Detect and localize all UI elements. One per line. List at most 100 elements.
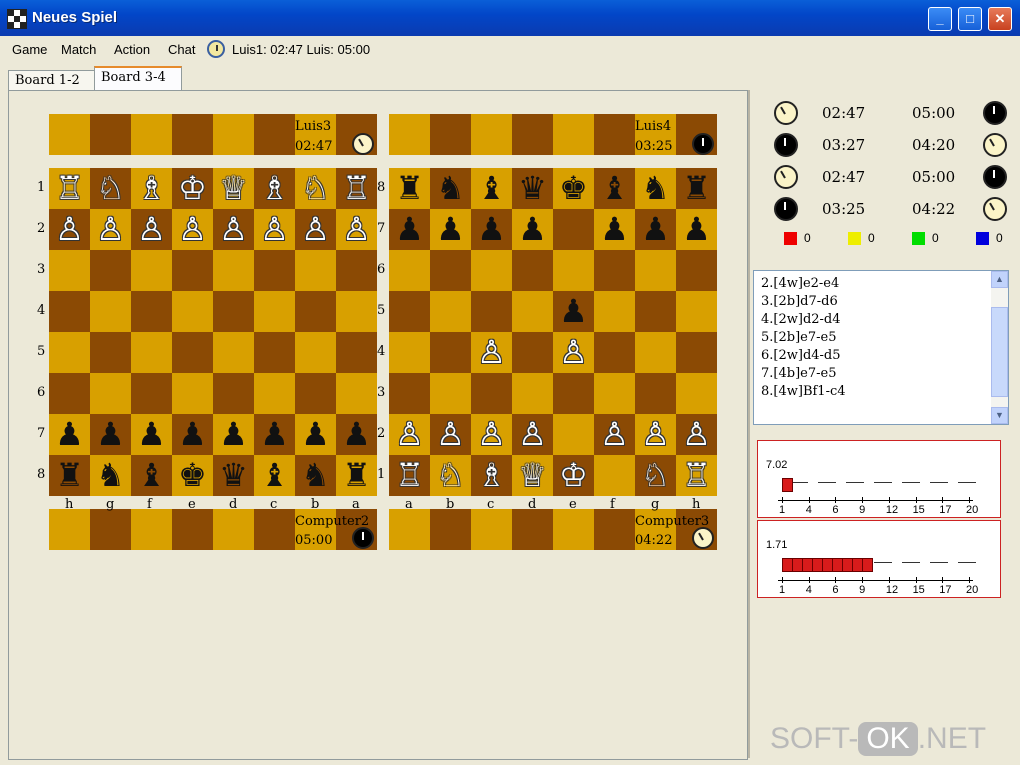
move-entry[interactable]: 7.[4b]e7-e5 <box>761 366 836 381</box>
move-list[interactable]: 2.[4w]e2-e4 3.[2b]d7-d6 4.[2w]d2-d4 5.[2b]e… <box>753 270 1009 425</box>
black-knight-icon[interactable]: ♞ <box>635 168 676 209</box>
board-square[interactable] <box>213 250 254 291</box>
board-square[interactable] <box>471 291 512 332</box>
tab-board-3-4[interactable]: Board 3-4 <box>94 66 182 92</box>
white-rook-icon[interactable]: ♖ <box>389 455 430 496</box>
board-square[interactable] <box>594 373 635 414</box>
black-king-icon[interactable]: ♚ <box>172 455 213 496</box>
board-square[interactable] <box>553 414 594 455</box>
scroll-down-icon[interactable]: ▼ <box>991 407 1008 424</box>
board-square[interactable] <box>594 455 635 496</box>
board-square[interactable] <box>295 291 336 332</box>
black-pawn-icon[interactable]: ♟ <box>389 209 430 250</box>
move-entry[interactable]: 3.[2b]d7-d6 <box>761 294 838 309</box>
board-square[interactable] <box>131 291 172 332</box>
menu-chat[interactable]: Chat <box>168 42 195 57</box>
tab-board-1-2[interactable]: Board 1-2 <box>8 70 98 91</box>
black-pawn-icon[interactable]: ♟ <box>471 209 512 250</box>
menu-action[interactable]: Action <box>114 42 150 57</box>
board-square[interactable] <box>90 373 131 414</box>
black-knight-icon[interactable]: ♞ <box>430 168 471 209</box>
white-pawn-icon[interactable]: ♙ <box>553 332 594 373</box>
board-square[interactable] <box>49 373 90 414</box>
board-square[interactable] <box>676 291 717 332</box>
black-pawn-icon[interactable]: ♟ <box>594 209 635 250</box>
clock-icon[interactable] <box>207 40 225 58</box>
white-pawn-icon[interactable]: ♙ <box>512 414 553 455</box>
move-entry[interactable]: 4.[2w]d2-d4 <box>761 312 841 327</box>
black-king-icon[interactable]: ♚ <box>553 168 594 209</box>
board-square[interactable] <box>49 332 90 373</box>
board-square[interactable] <box>389 373 430 414</box>
board-square[interactable] <box>512 332 553 373</box>
white-pawn-icon[interactable]: ♙ <box>213 209 254 250</box>
maximize-button[interactable]: □ <box>958 7 982 31</box>
board-square[interactable] <box>389 250 430 291</box>
white-king-icon[interactable]: ♔ <box>553 455 594 496</box>
board-square[interactable] <box>49 291 90 332</box>
board-square[interactable] <box>254 373 295 414</box>
board-square[interactable] <box>131 332 172 373</box>
move-entry[interactable]: 8.[4w]Bf1-c4 <box>761 384 846 399</box>
board-square[interactable] <box>676 250 717 291</box>
board-square[interactable] <box>635 373 676 414</box>
board-square[interactable] <box>594 291 635 332</box>
board-square[interactable] <box>676 373 717 414</box>
board-square[interactable] <box>389 291 430 332</box>
black-pawn-icon[interactable]: ♟ <box>49 414 90 455</box>
white-pawn-icon[interactable]: ♙ <box>471 332 512 373</box>
board-square[interactable] <box>635 250 676 291</box>
board-square[interactable] <box>594 250 635 291</box>
black-pawn-icon[interactable]: ♟ <box>295 414 336 455</box>
board-square[interactable] <box>553 373 594 414</box>
scroll-thumb[interactable] <box>991 307 1008 397</box>
black-rook-icon[interactable]: ♜ <box>336 455 377 496</box>
board-square[interactable] <box>336 250 377 291</box>
black-knight-icon[interactable]: ♞ <box>295 455 336 496</box>
board-square[interactable] <box>295 332 336 373</box>
board-square[interactable] <box>471 373 512 414</box>
white-knight-icon[interactable]: ♘ <box>295 168 336 209</box>
black-pawn-icon[interactable]: ♟ <box>676 209 717 250</box>
black-pawn-icon[interactable]: ♟ <box>512 209 553 250</box>
board-square[interactable] <box>213 332 254 373</box>
black-rook-icon[interactable]: ♜ <box>389 168 430 209</box>
black-pawn-icon[interactable]: ♟ <box>553 291 594 332</box>
board-square[interactable] <box>131 373 172 414</box>
white-rook-icon[interactable]: ♖ <box>49 168 90 209</box>
board-square[interactable] <box>512 291 553 332</box>
board-square[interactable] <box>512 373 553 414</box>
splitter[interactable] <box>748 90 750 758</box>
white-pawn-icon[interactable]: ♙ <box>336 209 377 250</box>
scroll-up-icon[interactable]: ▲ <box>991 271 1008 288</box>
black-pawn-icon[interactable]: ♟ <box>90 414 131 455</box>
white-queen-icon[interactable]: ♕ <box>512 455 553 496</box>
white-queen-icon[interactable]: ♕ <box>213 168 254 209</box>
board-square[interactable] <box>254 332 295 373</box>
white-knight-icon[interactable]: ♘ <box>430 455 471 496</box>
black-bishop-icon[interactable]: ♝ <box>471 168 512 209</box>
black-pawn-icon[interactable]: ♟ <box>336 414 377 455</box>
white-rook-icon[interactable]: ♖ <box>336 168 377 209</box>
black-pawn-icon[interactable]: ♟ <box>254 414 295 455</box>
white-pawn-icon[interactable]: ♙ <box>49 209 90 250</box>
board-square[interactable] <box>336 373 377 414</box>
board-square[interactable] <box>254 291 295 332</box>
black-rook-icon[interactable]: ♜ <box>676 168 717 209</box>
black-pawn-icon[interactable]: ♟ <box>172 414 213 455</box>
board-square[interactable] <box>635 291 676 332</box>
board-square[interactable] <box>172 250 213 291</box>
board-square[interactable] <box>389 332 430 373</box>
board-square[interactable] <box>430 291 471 332</box>
black-pawn-icon[interactable]: ♟ <box>131 414 172 455</box>
menu-match[interactable]: Match <box>61 42 96 57</box>
black-queen-icon[interactable]: ♛ <box>512 168 553 209</box>
white-knight-icon[interactable]: ♘ <box>90 168 131 209</box>
move-list-scrollbar[interactable]: ▲ ▼ <box>991 271 1008 424</box>
board-square[interactable] <box>635 332 676 373</box>
white-pawn-icon[interactable]: ♙ <box>471 414 512 455</box>
board-square[interactable] <box>336 332 377 373</box>
black-knight-icon[interactable]: ♞ <box>90 455 131 496</box>
white-pawn-icon[interactable]: ♙ <box>254 209 295 250</box>
black-bishop-icon[interactable]: ♝ <box>254 455 295 496</box>
